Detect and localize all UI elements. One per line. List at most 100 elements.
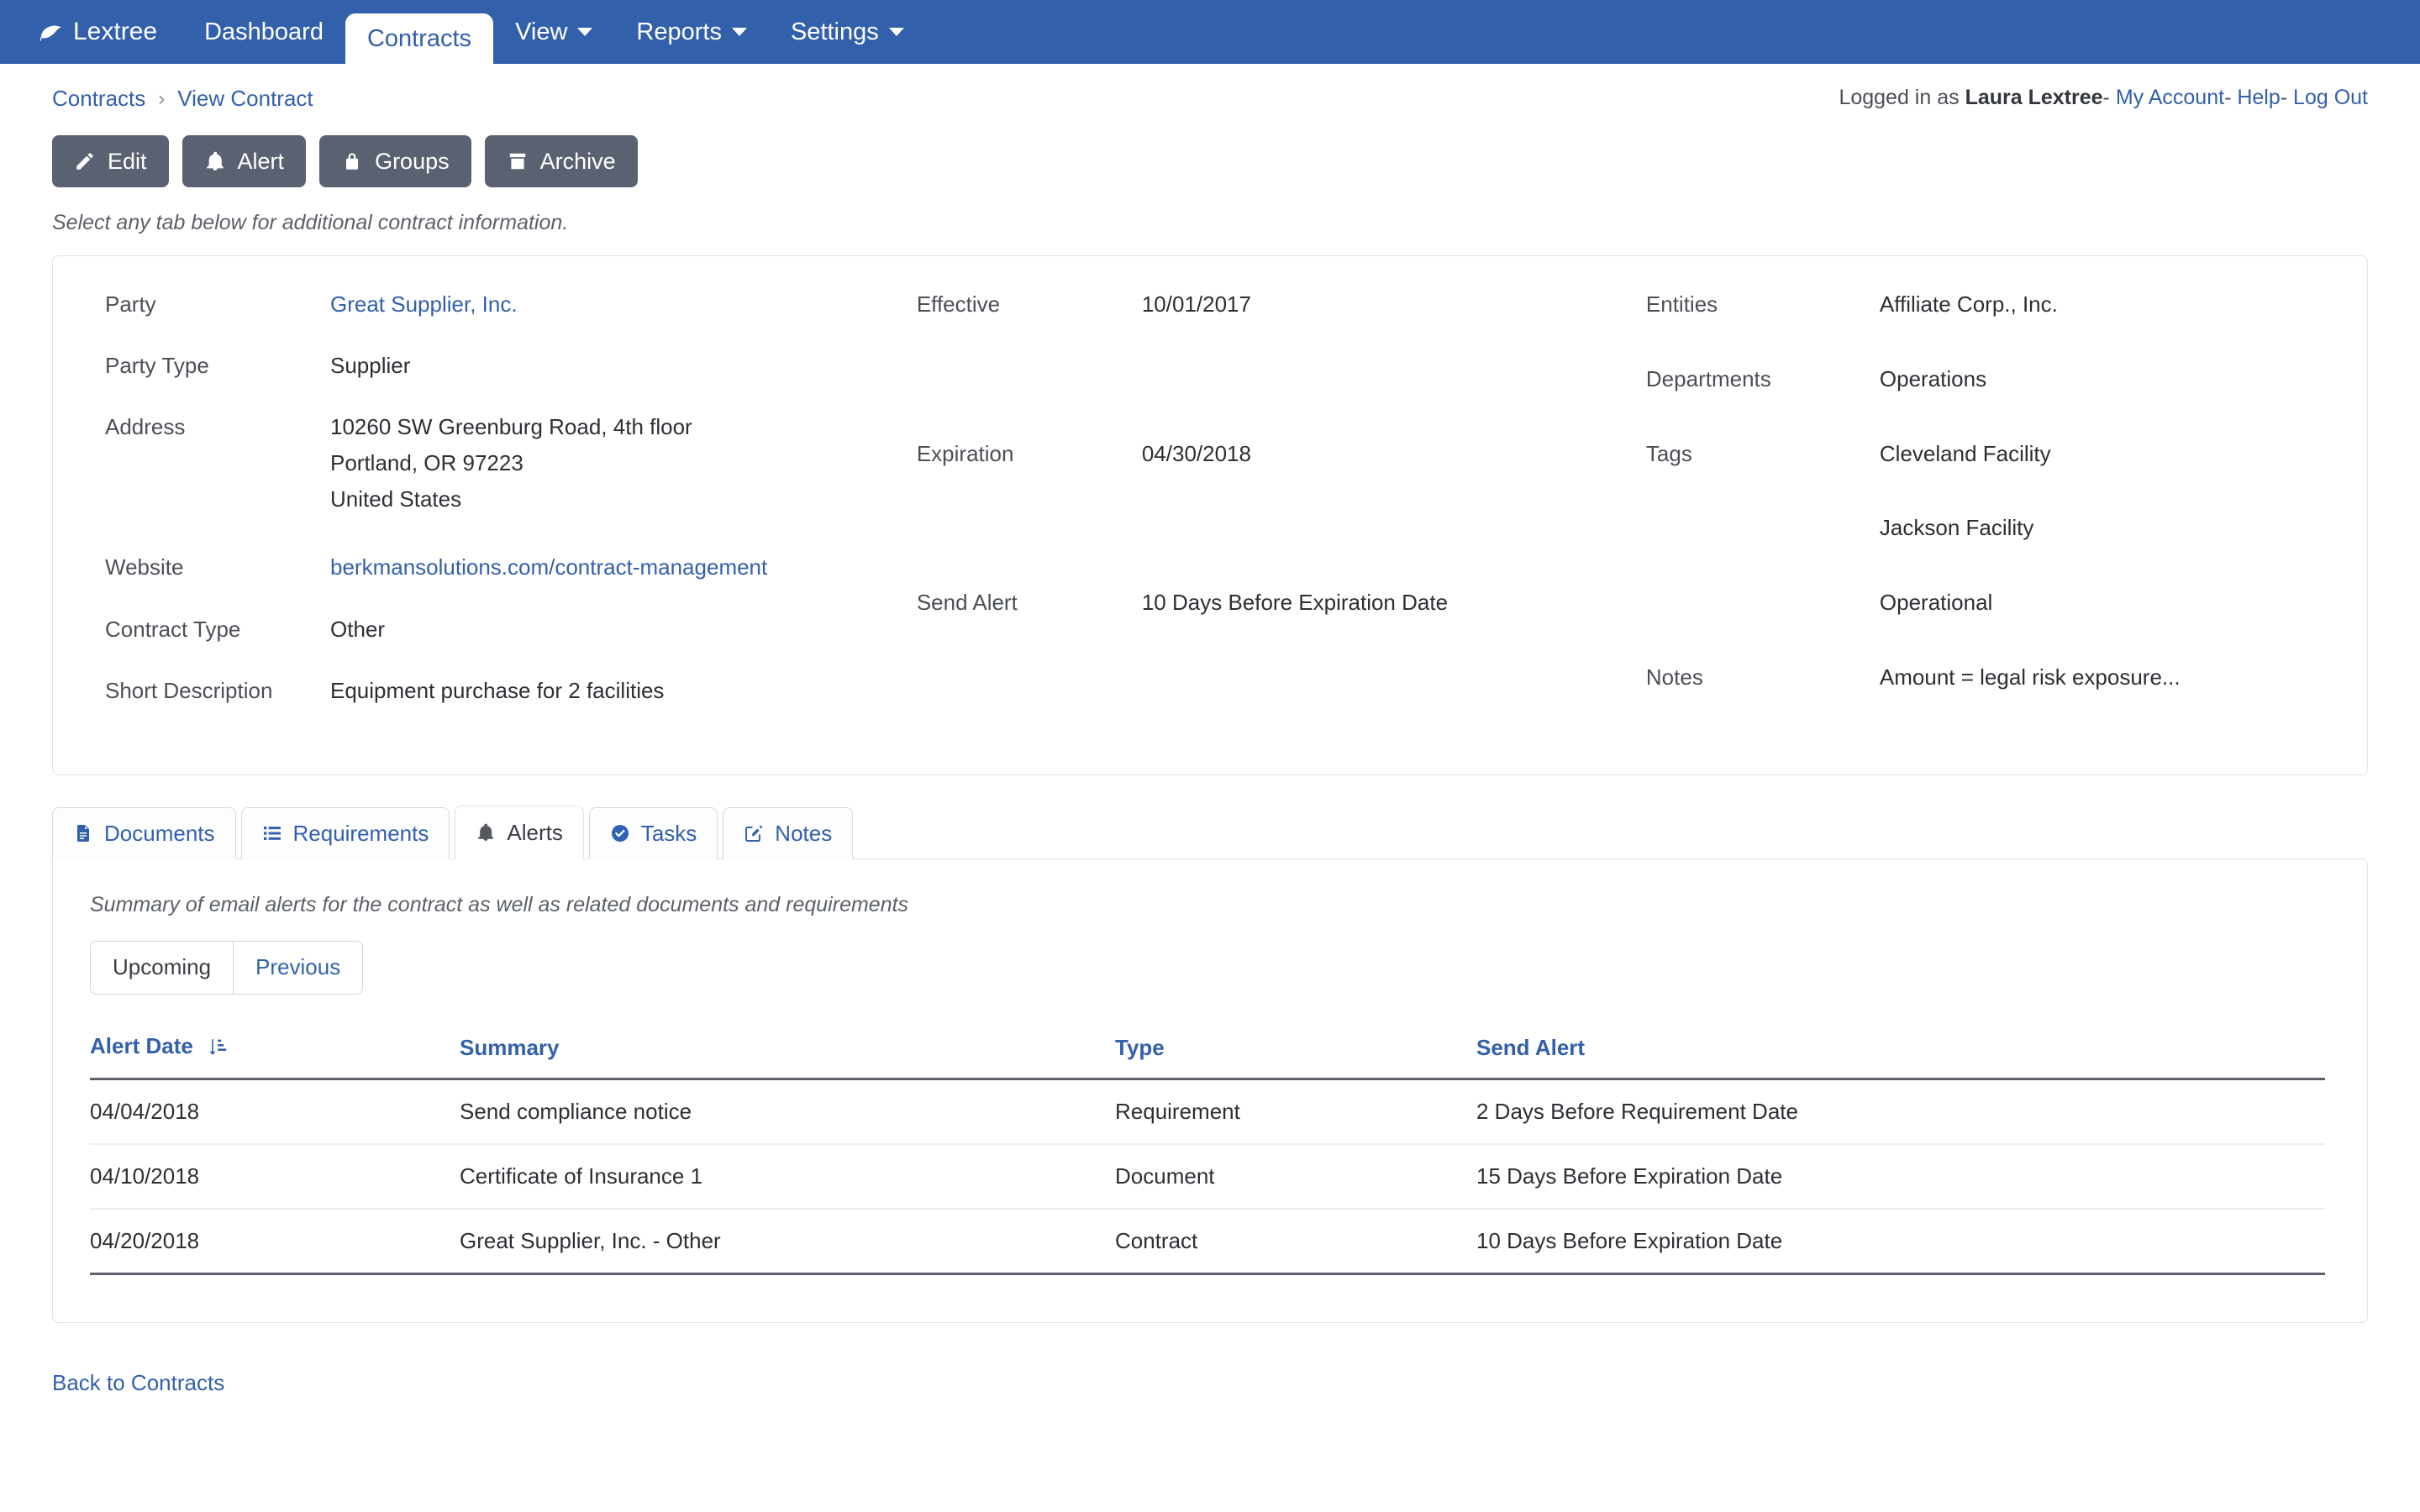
tab-alerts[interactable]: Alerts	[455, 805, 584, 860]
back-to-contracts-link[interactable]: Back to Contracts	[52, 1370, 224, 1396]
nav-items: Dashboard Contracts View Reports Setting…	[182, 0, 926, 64]
address-line-2: Portland, OR 97223	[330, 450, 523, 476]
nav-item-settings[interactable]: Settings	[769, 0, 926, 64]
detail-value: berkmansolutions.com/contract-management	[330, 553, 917, 614]
detail-row-entities: Entities Affiliate Corp., Inc.	[1646, 290, 2367, 365]
detail-label: Website	[105, 554, 184, 580]
detail-value: Amount = legal risk exposure...	[1879, 664, 2181, 690]
toggle-upcoming[interactable]: Upcoming	[91, 941, 234, 994]
detail-row-tag-2: Jackson Facility	[1646, 513, 2367, 588]
tab-requirements[interactable]: Requirements	[240, 806, 450, 859]
breadcrumb: Contracts › View Contract	[52, 86, 313, 112]
detail-label: Party	[105, 291, 156, 317]
cell-send-alert: 2 Days Before Requirement Date	[1476, 1079, 2325, 1145]
tab-notes[interactable]: Notes	[723, 806, 854, 859]
table-row[interactable]: 04/10/2018 Certificate of Insurance 1 Do…	[90, 1143, 2325, 1210]
contract-detail-card: Party Great Supplier, Inc. Party Type Su…	[52, 255, 2368, 775]
nav-label: View	[515, 18, 568, 45]
detail-value-tag-1: Cleveland Facility	[1879, 440, 2051, 466]
sort-amount-asc-icon	[208, 1037, 228, 1063]
detail-value-tag-3: Operational	[1879, 590, 1993, 616]
nav-label: Dashboard	[204, 18, 324, 45]
archive-button[interactable]: Archive	[484, 135, 638, 187]
detail-row-tag-3: Operational	[1646, 588, 2367, 663]
chevron-down-icon	[888, 28, 904, 36]
table-row[interactable]: 04/20/2018 Great Supplier, Inc. - Other …	[90, 1208, 2325, 1275]
column-header-send-alert[interactable]: Send Alert	[1476, 1032, 2325, 1080]
cell-send-alert: 10 Days Before Expiration Date	[1476, 1208, 2325, 1275]
detail-value: 10260 SW Greenburg Road, 4th floor Portl…	[330, 412, 917, 553]
action-toolbar: Edit Alert Groups Archive	[0, 112, 2420, 187]
pencil-icon	[74, 150, 96, 172]
nav-item-view[interactable]: View	[493, 0, 614, 64]
note-edit-icon	[744, 823, 764, 843]
lock-icon	[341, 150, 363, 172]
alerts-panel-description: Summary of email alerts for the contract…	[90, 892, 909, 916]
detail-label: Expiration	[916, 440, 1014, 466]
address-line-3: United States	[330, 486, 462, 512]
tab-tasks[interactable]: Tasks	[588, 806, 718, 859]
website-link[interactable]: berkmansolutions.com/contract-management	[330, 554, 767, 580]
chevron-down-icon	[731, 28, 747, 36]
column-header-alert-date[interactable]: Alert Date	[90, 1032, 460, 1080]
detail-column-2: Effective 10/01/2017 Expiration 04/30/20…	[917, 290, 1646, 738]
log-out-link[interactable]: Log Out	[2293, 86, 2368, 109]
detail-row-website: Website berkmansolutions.com/contract-ma…	[105, 553, 917, 614]
detail-label: Address	[105, 414, 186, 440]
help-link[interactable]: Help	[2237, 86, 2280, 109]
detail-value: 10 Days Before Expiration Date	[1141, 590, 1449, 616]
detail-row-send-alert: Send Alert 10 Days Before Expiration Dat…	[917, 588, 1646, 738]
cell-type: Document	[1115, 1143, 1476, 1210]
detail-row-tags: Tags Cleveland Facility	[1646, 439, 2367, 514]
nav-item-reports[interactable]: Reports	[614, 0, 769, 64]
cell-alert-date: 04/20/2018	[90, 1208, 460, 1275]
alert-button-label: Alert	[237, 148, 285, 174]
detail-label: Entities	[1645, 291, 1718, 317]
subheader: Contracts › View Contract Logged in as L…	[0, 64, 2420, 112]
toggle-previous[interactable]: Previous	[233, 941, 363, 994]
chevron-down-icon	[577, 28, 593, 36]
detail-label-empty	[1646, 588, 1880, 663]
detail-label: Effective	[916, 291, 1001, 317]
party-link[interactable]: Great Supplier, Inc.	[330, 291, 518, 317]
column-header-summary[interactable]: Summary	[460, 1032, 1115, 1080]
table-row[interactable]: 04/04/2018 Send compliance notice Requir…	[90, 1079, 2325, 1145]
detail-row-party: Party Great Supplier, Inc.	[105, 290, 917, 351]
alert-button[interactable]: Alert	[182, 135, 307, 187]
detail-label: Send Alert	[916, 590, 1018, 616]
detail-value: Affiliate Corp., Inc.	[1879, 291, 2058, 317]
cell-send-alert: 15 Days Before Expiration Date	[1476, 1143, 2325, 1210]
nav-item-dashboard[interactable]: Dashboard	[182, 0, 345, 64]
detail-value-tag-2: Jackson Facility	[1879, 515, 2034, 541]
sep-3: -	[2280, 86, 2288, 109]
detail-value: Other	[330, 616, 386, 642]
cell-alert-date: 04/10/2018	[90, 1143, 460, 1210]
breadcrumb-separator-icon: ›	[158, 87, 166, 110]
address-line-1: 10260 SW Greenburg Road, 4th floor	[330, 414, 692, 440]
cell-type: Requirement	[1115, 1079, 1476, 1145]
bell-icon	[476, 822, 496, 843]
groups-button[interactable]: Groups	[319, 135, 471, 187]
sep-1: -	[2102, 86, 2110, 109]
my-account-link[interactable]: My Account	[2116, 86, 2224, 109]
detail-label: Tags	[1645, 440, 1692, 466]
edit-button[interactable]: Edit	[52, 135, 169, 187]
column-header-type[interactable]: Type	[1115, 1032, 1476, 1080]
archive-box-icon	[507, 150, 529, 172]
column-header-label: Alert Date	[90, 1032, 193, 1058]
archive-button-label: Archive	[539, 148, 616, 174]
nav-item-contracts[interactable]: Contracts	[345, 13, 494, 64]
detail-value: Equipment purchase for 2 facilities	[330, 677, 665, 703]
tab-documents[interactable]: Documents	[52, 806, 236, 859]
brand-logo[interactable]: Lextree	[39, 0, 182, 64]
detail-row-notes: Notes Amount = legal risk exposure...	[1646, 663, 2367, 738]
alerts-table: Alert Date Summary Type Send Alert 04/04…	[90, 1032, 2325, 1275]
breadcrumb-contracts[interactable]: Contracts	[52, 86, 145, 112]
detail-label: Notes	[1645, 664, 1703, 690]
cell-summary: Send compliance notice	[460, 1079, 1115, 1145]
top-navigation-bar: Lextree Dashboard Contracts View Reports…	[0, 0, 2420, 64]
list-icon	[262, 823, 282, 843]
tab-label: Notes	[775, 820, 833, 846]
breadcrumb-view-contract[interactable]: View Contract	[177, 86, 313, 112]
nav-label: Contracts	[366, 24, 472, 52]
